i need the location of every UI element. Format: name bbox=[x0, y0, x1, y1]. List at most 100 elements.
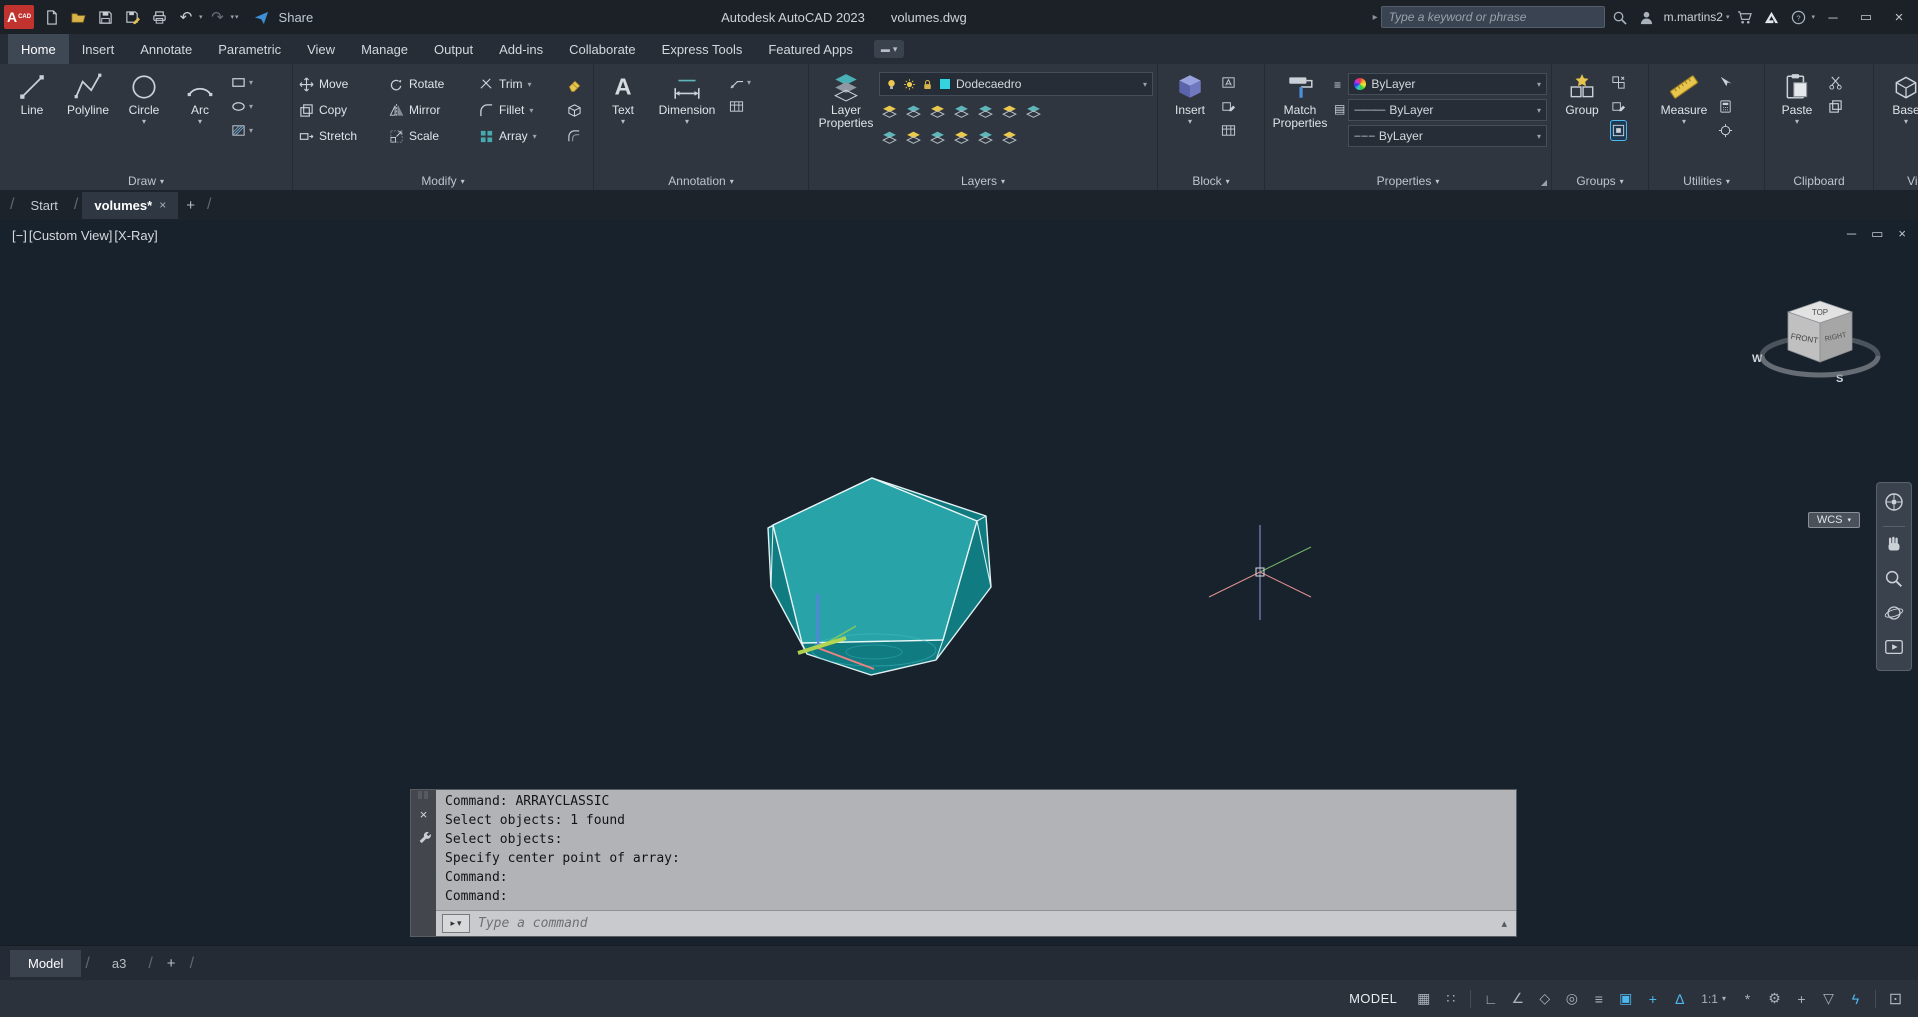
file-tab-start[interactable]: Start bbox=[18, 192, 69, 219]
panel-label-properties[interactable]: Properties ▾ bbox=[1265, 174, 1551, 188]
group-button[interactable]: Group bbox=[1556, 67, 1608, 117]
drawing-area[interactable]: [−] [Custom View] [X-Ray] ─ ▭ × W S TOP … bbox=[0, 220, 1918, 945]
autodesk-logo-icon[interactable] bbox=[1759, 5, 1783, 29]
signed-in-user[interactable]: m.martins2 bbox=[1664, 10, 1723, 24]
file-tab-close-icon[interactable]: × bbox=[159, 198, 166, 212]
close-button[interactable]: × bbox=[1884, 4, 1914, 30]
open-file-button[interactable] bbox=[66, 5, 90, 29]
polyline-button[interactable]: Polyline bbox=[60, 67, 116, 117]
selection-cycling-toggle[interactable]: ▣ bbox=[1613, 986, 1638, 1011]
ribbon-tab-express-tools[interactable]: Express Tools bbox=[649, 34, 756, 64]
arc-button[interactable]: Arc ▾ bbox=[172, 67, 228, 126]
search-input[interactable] bbox=[1380, 6, 1605, 28]
block-attribute-manager-button[interactable] bbox=[1221, 121, 1236, 140]
lineweight-combo[interactable]: ——— ByLayer ▾ bbox=[1348, 99, 1547, 121]
ortho-mode-toggle[interactable]: ∟ bbox=[1478, 986, 1503, 1011]
measure-button[interactable]: Measure ▾ bbox=[1653, 67, 1715, 126]
move-button[interactable]: Move bbox=[297, 73, 385, 95]
new-layout-button[interactable]: + bbox=[157, 955, 186, 972]
grid-display-toggle[interactable]: ▦ bbox=[1411, 986, 1436, 1011]
new-drawing-tab-button[interactable]: + bbox=[178, 197, 203, 214]
trim-button[interactable]: Trim ▾ bbox=[477, 73, 563, 95]
explode-button[interactable] bbox=[565, 99, 589, 121]
hatch-button[interactable]: ▾ bbox=[231, 121, 253, 140]
layer-lock-button[interactable] bbox=[953, 103, 970, 120]
undo-dropdown-icon[interactable]: ▾ bbox=[199, 13, 203, 21]
ribbon-tab-annotate[interactable]: Annotate bbox=[127, 34, 205, 64]
layer-off-button[interactable] bbox=[881, 103, 898, 120]
snap-mode-toggle[interactable]: ∷ bbox=[1438, 986, 1463, 1011]
layer-properties-button[interactable]: Layer Properties bbox=[813, 67, 879, 130]
panel-label-block[interactable]: Block ▾ bbox=[1158, 174, 1264, 188]
text-dropdown-icon[interactable]: ▾ bbox=[621, 118, 625, 126]
panel-label-utilities[interactable]: Utilities ▾ bbox=[1649, 174, 1764, 188]
view-cube[interactable]: W S TOP FRONT RIGHT bbox=[1748, 298, 1892, 438]
panel-label-annotation[interactable]: Annotation ▾ bbox=[594, 174, 808, 188]
quick-select-button[interactable] bbox=[1718, 73, 1733, 92]
ribbon-tab-output[interactable]: Output bbox=[421, 34, 486, 64]
pan-button[interactable] bbox=[1883, 534, 1905, 561]
add-customization-button[interactable]: + bbox=[1789, 986, 1814, 1011]
layer-match-button[interactable] bbox=[1001, 103, 1018, 120]
arc-dropdown-icon[interactable]: ▾ bbox=[198, 118, 202, 126]
copy-button[interactable]: Copy bbox=[297, 99, 385, 121]
ribbon-display-toggle[interactable]: ▬ ▾ bbox=[873, 40, 905, 58]
redo-dropdown-icon[interactable]: ▾ bbox=[231, 13, 235, 21]
text-button[interactable]: Text ▾ bbox=[598, 67, 648, 126]
group-edit-button[interactable] bbox=[1611, 97, 1626, 116]
isolate-objects-button[interactable]: ▽ bbox=[1816, 986, 1841, 1011]
wcs-selector[interactable]: WCS ▾ bbox=[1807, 512, 1860, 528]
orbit-button[interactable] bbox=[1883, 602, 1905, 629]
insert-button[interactable]: Insert ▾ bbox=[1162, 67, 1218, 126]
layer-thaw-button[interactable] bbox=[905, 129, 922, 146]
object-snap-toggle[interactable]: ◎ bbox=[1559, 986, 1584, 1011]
plot-button[interactable] bbox=[147, 5, 171, 29]
layer-select-combo[interactable]: Dodecaedro ▾ bbox=[879, 72, 1153, 96]
attribute-edit-button[interactable] bbox=[1221, 97, 1236, 116]
save-button[interactable] bbox=[93, 5, 117, 29]
viewport-view-control[interactable]: [Custom View] bbox=[29, 228, 113, 243]
show-motion-button[interactable] bbox=[1883, 636, 1905, 663]
layer-vpfreeze-button[interactable] bbox=[977, 129, 994, 146]
insert-dropdown-icon[interactable]: ▾ bbox=[1188, 118, 1192, 126]
paste-button[interactable]: Paste ▾ bbox=[1769, 67, 1825, 126]
file-tab-volumes[interactable]: volumes* × bbox=[82, 191, 179, 219]
dodecahedron-solid[interactable] bbox=[767, 477, 992, 676]
leader-button[interactable]: ▾ bbox=[729, 73, 751, 92]
layout-tab-model[interactable]: Model bbox=[10, 950, 82, 977]
graphics-performance-button[interactable]: ϟ bbox=[1843, 986, 1868, 1011]
dimension-dropdown-icon[interactable]: ▾ bbox=[685, 118, 689, 126]
layer-merge-button[interactable] bbox=[1001, 129, 1018, 146]
lineweight-display-toggle[interactable]: ≡ bbox=[1586, 986, 1611, 1011]
object-snap-tracking-toggle[interactable]: + bbox=[1640, 986, 1665, 1011]
layer-make-current-button[interactable] bbox=[977, 103, 994, 120]
viewport-minimize-button[interactable]: ─ bbox=[1847, 226, 1856, 242]
workspace-settings-button[interactable]: ⚙ bbox=[1762, 986, 1787, 1011]
panel-label-modify[interactable]: Modify ▾ bbox=[293, 174, 593, 188]
base-dropdown-icon[interactable]: ▾ bbox=[1904, 118, 1908, 126]
transparency-button[interactable]: ▤ bbox=[1334, 99, 1345, 118]
command-window-grip-bar[interactable]: ⣿⣿ × bbox=[411, 790, 436, 936]
rectangle-button[interactable]: ▾ bbox=[231, 73, 253, 92]
linetype-combo[interactable]: – – – ByLayer ▾ bbox=[1348, 125, 1547, 147]
paste-dropdown-icon[interactable]: ▾ bbox=[1795, 118, 1799, 126]
search-button[interactable] bbox=[1608, 5, 1632, 29]
undo-button[interactable]: ↶ bbox=[174, 5, 198, 29]
ribbon-tab-manage[interactable]: Manage bbox=[348, 34, 421, 64]
viewport-close-button[interactable]: × bbox=[1898, 226, 1906, 242]
share-button[interactable]: Share bbox=[279, 10, 314, 25]
viewport-visual-style-control[interactable]: [X-Ray] bbox=[114, 228, 157, 243]
help-button[interactable] bbox=[1786, 5, 1810, 29]
save-as-button[interactable] bbox=[120, 5, 144, 29]
group-selection-toggle-button[interactable] bbox=[1610, 120, 1627, 141]
app-store-cart-button[interactable] bbox=[1732, 5, 1756, 29]
circle-dropdown-icon[interactable]: ▾ bbox=[142, 118, 146, 126]
ellipse-button[interactable]: ▾ bbox=[231, 97, 253, 116]
navigation-wheel-button[interactable] bbox=[1882, 490, 1906, 519]
redo-button[interactable]: ↷ bbox=[206, 5, 230, 29]
scale-button[interactable]: Scale bbox=[387, 125, 475, 147]
help-dropdown-icon[interactable]: ▾ bbox=[1811, 13, 1815, 21]
dynamic-ucs-toggle[interactable]: ∆ bbox=[1667, 986, 1692, 1011]
id-point-button[interactable] bbox=[1718, 121, 1733, 140]
ribbon-tab-insert[interactable]: Insert bbox=[69, 34, 128, 64]
